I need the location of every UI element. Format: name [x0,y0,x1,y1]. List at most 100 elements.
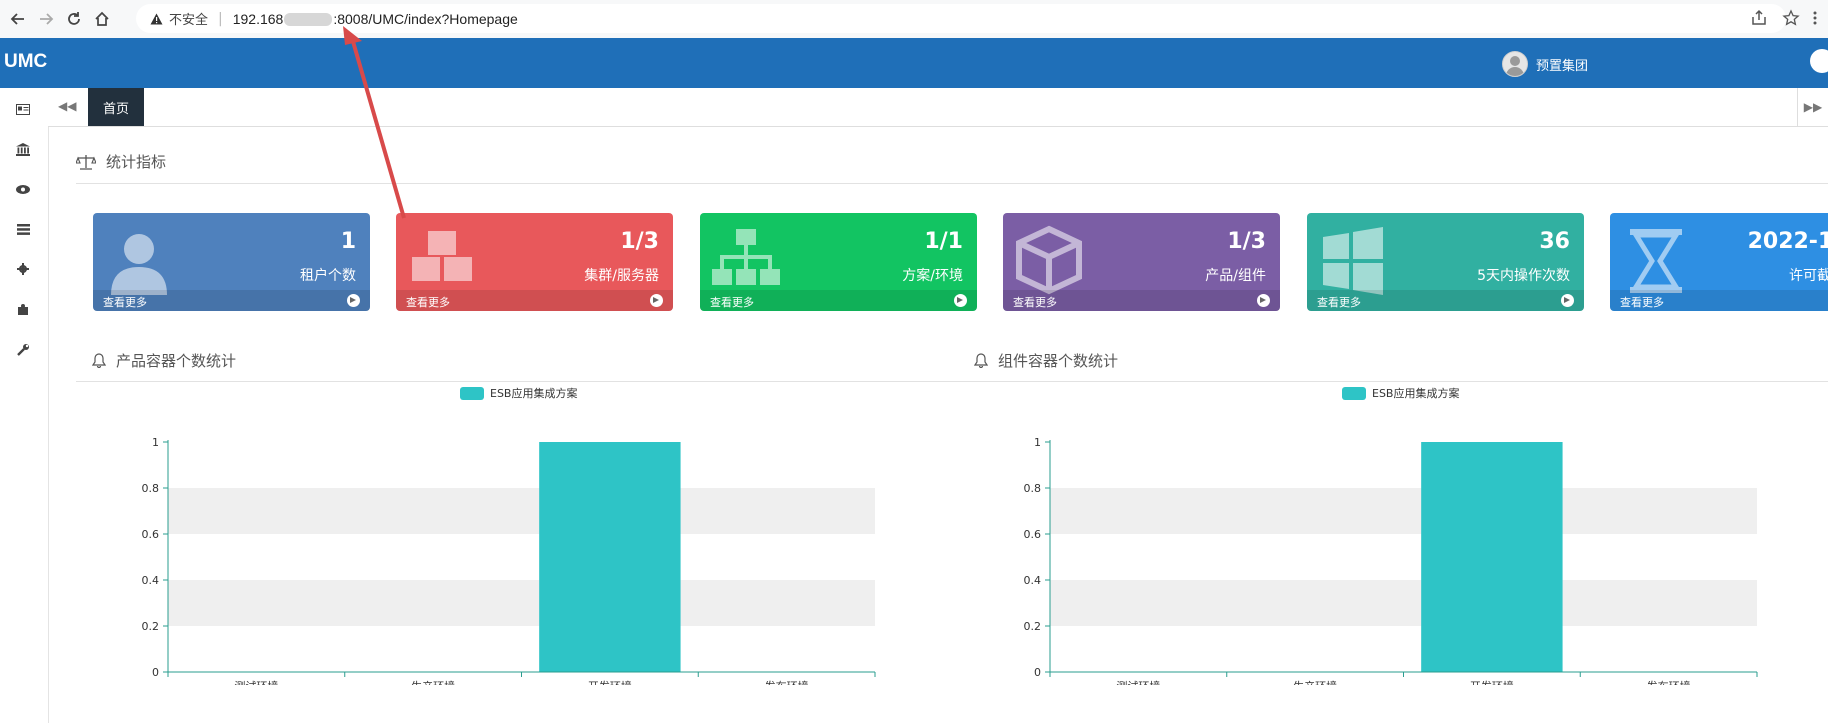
y-tick-label: 0.4 [1024,574,1042,587]
view-more-link[interactable]: 查看更多 [406,294,450,310]
stat-card-footer[interactable]: 查看更多 [700,290,977,311]
view-more-link[interactable]: 查看更多 [1620,294,1664,310]
grid-band [168,534,875,580]
component-chart-title: 组件容器个数统计 [998,352,1119,370]
y-tick-label: 0.2 [1024,620,1042,633]
hourglass-icon [1630,229,1682,293]
sidebar-item-list-icon[interactable] [14,220,32,238]
view-more-link[interactable]: 查看更多 [1013,294,1057,310]
grid-band [168,488,875,534]
tab-scroll-left-icon[interactable]: ◀◀ [58,99,76,113]
charts-divider [76,381,1828,382]
grid-band [1050,626,1757,672]
stat-card[interactable]: 36 5天内操作次数查看更多 [1307,213,1584,311]
tab-scroll-right-icon[interactable]: ▶▶ [1797,88,1828,126]
home-icon[interactable] [90,7,114,31]
browser-menu-icon[interactable] [1808,9,1828,29]
sidebar-item-puzzle-icon[interactable] [14,300,32,318]
stat-label: 5天内操作次数 [1477,268,1570,284]
reload-icon[interactable] [62,7,86,31]
stats-title: 统计指标 [106,153,167,171]
stats-divider [76,183,1828,184]
y-tick-label: 0.6 [1024,528,1042,541]
sidebar [0,88,49,723]
x-tick-label: 开发环境 [1470,679,1514,685]
forward-icon[interactable] [34,7,58,31]
stat-card-footer[interactable]: 查看更多 [1610,290,1828,311]
arrow-circle-right-icon[interactable] [650,294,663,307]
chart-svg: 0 0.2 0.4 0.6 0.8 1 测试环境 生产环境 开发环境 发布环境 [142,436,876,685]
stat-card[interactable]: 1/1 方案/环境 查看更多 [700,213,977,311]
stat-label: 产品/组件 [1205,268,1266,284]
bar[interactable] [539,442,681,672]
stat-card[interactable]: 1/3 集群/服务器 查看更多 [396,213,673,311]
user-menu[interactable]: 预置集团 [1501,51,1588,77]
bookmark-star-icon[interactable] [1782,9,1802,29]
sidebar-item-bank-icon[interactable] [14,140,32,158]
stat-card[interactable]: 1/3 产品/组件 查看更多 [1003,213,1280,311]
sidebar-item-profile-card-icon[interactable] [14,100,32,118]
arrow-circle-right-icon[interactable] [954,294,967,307]
grid-band [1050,442,1757,488]
warning-icon [150,13,163,24]
security-warning[interactable]: 不安全 [150,9,208,28]
bar[interactable] [1421,442,1563,672]
stat-card-footer[interactable]: 查看更多 [93,290,370,311]
browser-toolbar: 不安全 | 192.168:8008/UMC/index?Homepage [0,0,1828,39]
x-tick-label: 发布环境 [765,679,809,685]
sidebar-item-eye-icon[interactable] [14,180,32,198]
app-header: UMC 预置集团 [0,38,1828,88]
security-label: 不安全 [169,13,209,28]
y-tick-label: 0.2 [142,620,160,633]
legend-swatch [1342,386,1366,400]
address-bar[interactable]: 不安全 | 192.168:8008/UMC/index?Homepage [136,4,1786,33]
x-tick-label: 测试环境 [234,679,278,685]
url-text: 192.168:8008/UMC/index?Homepage [232,10,518,27]
stat-value: 1 [340,229,356,254]
y-tick-label: 1 [1034,436,1041,449]
x-tick-label: 测试环境 [1116,679,1160,685]
grid-band [1050,488,1757,534]
stat-card-footer[interactable]: 查看更多 [1307,290,1584,311]
x-tick-label: 生产环境 [1293,679,1337,685]
product-chart-header: 产品容器个数统计 [92,350,236,371]
view-more-link[interactable]: 查看更多 [103,294,147,310]
y-tick-label: 0 [1034,666,1041,679]
x-tick-label: 开发环境 [588,679,632,685]
logout-icon[interactable] [1810,49,1828,73]
x-tick-label: 生产环境 [411,679,455,685]
arrow-circle-right-icon[interactable] [1257,294,1270,307]
cube-icon [1016,225,1082,295]
stat-card[interactable]: 1 租户个数查看更多 [93,213,370,311]
windows-icon [1323,227,1383,295]
app-logo[interactable]: UMC [4,51,47,73]
stat-card-footer[interactable]: 查看更多 [1003,290,1280,311]
share-icon[interactable] [1750,9,1770,29]
tab-home[interactable]: 首页 [88,88,144,126]
view-more-link[interactable]: 查看更多 [1317,294,1361,310]
url-redacted [284,13,333,27]
stat-card-footer[interactable]: 查看更多 [396,290,673,311]
stat-value: 1/1 [924,229,963,254]
x-tick-label: 发布环境 [1647,679,1691,685]
y-tick-label: 1 [152,436,159,449]
back-icon[interactable] [6,7,30,31]
stat-value: 36 [1539,229,1570,254]
y-tick-label: 0.8 [142,482,160,495]
arrow-circle-right-icon[interactable] [1561,294,1574,307]
chart-legend[interactable]: ESB应用集成方案 [1342,385,1459,401]
stat-card[interactable]: 2022-12-0 许可截至时间查看更多 [1610,213,1828,311]
arrow-circle-right-icon[interactable] [347,294,360,307]
grid-band [168,580,875,626]
view-more-link[interactable]: 查看更多 [710,294,754,310]
sidebar-item-wrench-icon[interactable] [14,340,32,358]
sidebar-item-gear-icon[interactable] [14,260,32,278]
chart-legend[interactable]: ESB应用集成方案 [460,385,577,401]
component-chart-header: 组件容器个数统计 [974,350,1118,371]
legend-swatch [460,386,484,400]
stat-value: 2022-12-0 [1747,229,1828,254]
product-container-chart: ESB应用集成方案 0 0.2 0.4 0.6 0.8 1 测试环境 生产环境 开发环境 发布环境 [98,385,878,685]
bell-icon [92,353,106,368]
stat-value: 1/3 [620,229,659,254]
stat-label: 租户个数 [300,268,356,284]
